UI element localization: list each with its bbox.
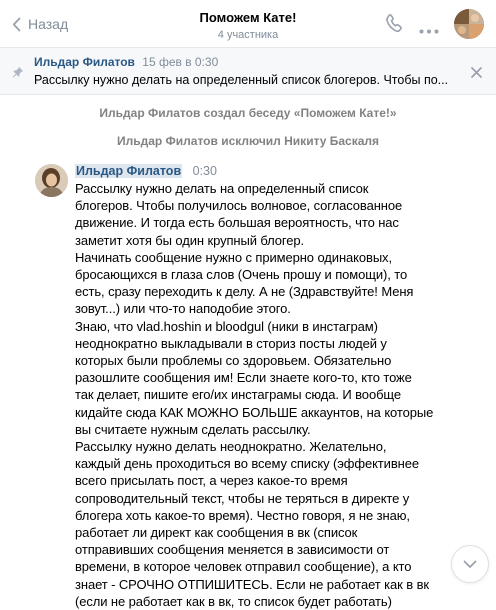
message-text: Рассылку нужно делать на определенный сп… bbox=[75, 180, 434, 610]
message-line: каждый день проходиться во всему списку … bbox=[75, 456, 419, 472]
pinned-author-line: Ильдар Филатов 15 фев в 0:30 bbox=[34, 55, 218, 70]
message-line: блогера хоть какое-то время). Честно гов… bbox=[75, 507, 410, 523]
chat-avatar[interactable] bbox=[454, 9, 484, 39]
message-header: Ильдар Филатов 0:30 bbox=[75, 163, 217, 179]
pinned-date: 15 фев в 0:30 bbox=[142, 55, 219, 69]
phone-icon bbox=[386, 14, 402, 33]
message-line: вы считаете нужным сделать рассылку. bbox=[75, 421, 311, 437]
message-line: Рассылку нужно делать на определенный сп… bbox=[75, 181, 369, 196]
message-author[interactable]: Ильдар Филатов bbox=[75, 164, 183, 178]
message-line: отправивших сообщения меняется в зависим… bbox=[75, 542, 390, 558]
message-line: так делает, пишите его/их инстаграмы сюд… bbox=[75, 387, 401, 403]
more-dots-icon bbox=[419, 29, 439, 34]
chat-header: Назад Поможем Кате! 4 участника bbox=[0, 0, 496, 48]
message-line: работает ли директ как сообщения в вк (с… bbox=[75, 525, 358, 541]
message-line: зовут...) или что-то наподобие этого. bbox=[75, 301, 291, 317]
message-line: Рассылку нужно делать неоднократно. Жела… bbox=[75, 439, 387, 455]
pinned-text: Рассылку нужно делать на определенный сп… bbox=[34, 73, 449, 87]
message-line: знает - СРОЧНО ОТПИШИТЕСЬ. Если не работ… bbox=[75, 576, 429, 592]
pinned-message[interactable]: Ильдар Филатов 15 фев в 0:30 Рассылку ну… bbox=[0, 48, 496, 95]
pin-icon bbox=[12, 65, 24, 83]
message-line: всего присылать пост, а через какое-то в… bbox=[75, 473, 348, 489]
avatar-image bbox=[35, 164, 68, 197]
message-line: разошлите сообщения им! Если знаете кого… bbox=[75, 370, 412, 386]
message-line: кидайте сюда КАК МОЖНО БОЛЬШЕ аккаунтов,… bbox=[75, 404, 434, 420]
message-avatar[interactable] bbox=[35, 164, 68, 197]
chat-avatar-image bbox=[454, 9, 484, 39]
message-line: заметит хотя бы один крупный блогер. bbox=[75, 232, 305, 248]
pinned-author[interactable]: Ильдар Филатов bbox=[34, 55, 135, 69]
message-line: времени, в которое человек отправил сооб… bbox=[75, 559, 412, 575]
close-icon bbox=[471, 67, 482, 78]
message-time[interactable]: 0:30 bbox=[193, 164, 217, 178]
message-line: которых были проблемы со здоровьем. Обяз… bbox=[75, 353, 392, 369]
message-line: Знаю, что vlad.hoshin и bloodgul (ники в… bbox=[75, 318, 378, 334]
message-line: бросающихся в глаза слов (Очень прошу и … bbox=[75, 267, 408, 283]
chevron-down-icon bbox=[463, 560, 477, 568]
message-line: блогеров. Чтобы получилось волновое, сог… bbox=[75, 198, 403, 214]
message-line: (если не работает как в вк, то список бу… bbox=[75, 593, 392, 609]
scroll-down-button[interactable] bbox=[451, 545, 489, 583]
unpin-button[interactable] bbox=[471, 65, 482, 83]
message-line: движение. И тогда есть большая вероятнос… bbox=[75, 215, 399, 231]
service-message: Ильдар Филатов создал беседу «Поможем Ка… bbox=[99, 106, 397, 120]
more-button[interactable] bbox=[419, 21, 439, 39]
message-line: есть, сразу переходить к делу. А не (Здр… bbox=[75, 284, 414, 300]
message-line: сопроводительный текст, чтобы не терятьс… bbox=[75, 490, 410, 506]
call-button[interactable] bbox=[385, 13, 403, 38]
message-line: Начинать сообщение нужно с примерно один… bbox=[75, 249, 392, 265]
service-message: Ильдар Филатов исключил Никиту Баскаля bbox=[116, 134, 380, 148]
message-line: неоднократно выкладывали в сториз посты … bbox=[75, 335, 387, 351]
